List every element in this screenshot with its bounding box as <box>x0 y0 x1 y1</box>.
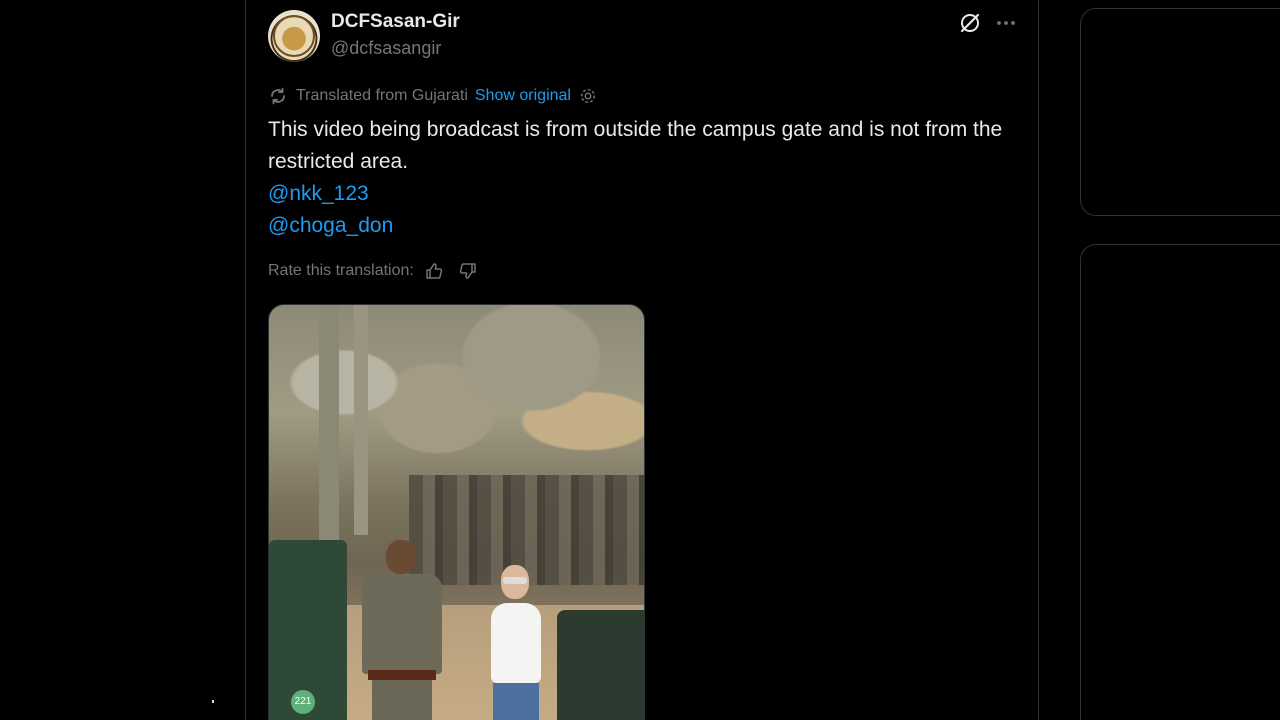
vehicle-number: 221 <box>291 690 315 714</box>
post-text: This video being broadcast is from outsi… <box>268 114 1008 242</box>
thumbs-down-icon[interactable] <box>458 261 478 281</box>
safari-jeep <box>557 610 644 720</box>
mention-link[interactable]: @choga_don <box>268 210 1008 242</box>
more-options-icon[interactable] <box>993 10 1019 36</box>
rate-translation-row: Rate this translation: <box>268 260 478 282</box>
column-divider-right <box>1038 0 1039 720</box>
gear-icon[interactable] <box>579 87 597 105</box>
sidebar-card <box>1080 244 1280 720</box>
mention-link[interactable]: @nkk_123 <box>268 178 1008 210</box>
show-original-link[interactable]: Show original <box>475 87 571 105</box>
author-name[interactable]: DCFSasan-Gir <box>331 11 460 33</box>
post-video[interactable]: 221 <box>268 304 645 720</box>
translation-row: Translated from Gujarati Show original <box>268 85 597 107</box>
tree-trunk <box>319 305 339 555</box>
sidebar-card <box>1080 8 1280 216</box>
column-divider-left <box>245 0 246 720</box>
post-body: This video being broadcast is from outsi… <box>268 118 1003 173</box>
person-officer <box>354 540 444 720</box>
rate-translation-label: Rate this translation: <box>268 262 414 279</box>
translated-from-label: Translated from Gujarati <box>296 87 468 104</box>
grok-icon[interactable] <box>958 11 982 35</box>
thumbs-up-icon[interactable] <box>424 261 444 281</box>
safari-jeep: 221 <box>269 540 347 720</box>
tree-trunk <box>354 305 368 535</box>
cursor <box>212 700 214 703</box>
page: DCFSasan-Gir @dcfsasangir Translated fro… <box>0 0 1280 720</box>
translate-icon <box>271 87 285 105</box>
person-woman <box>469 565 559 720</box>
author-handle[interactable]: @dcfsasangir <box>331 38 441 59</box>
avatar[interactable] <box>268 10 320 62</box>
